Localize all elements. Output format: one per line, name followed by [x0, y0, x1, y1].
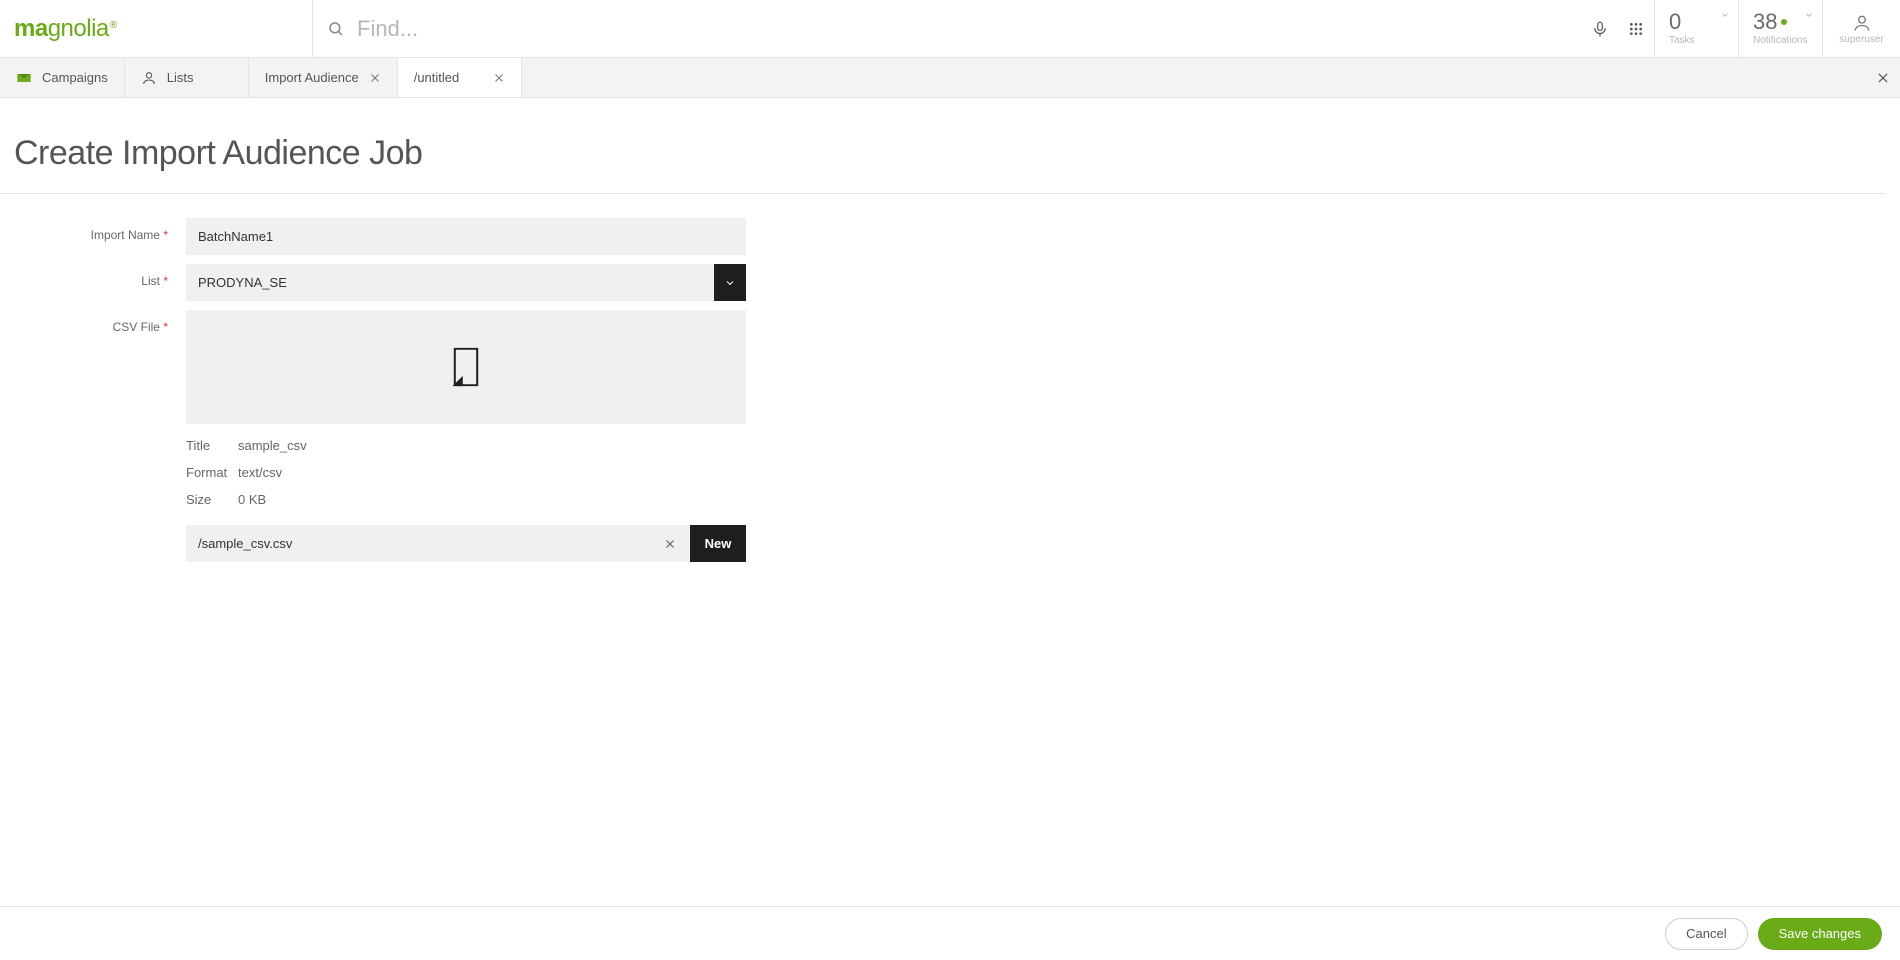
save-button[interactable]: Save changes — [1758, 918, 1882, 950]
tab-label: /untitled — [414, 70, 460, 85]
mail-icon — [16, 70, 32, 86]
required-marker: * — [163, 228, 168, 242]
list-select-input[interactable] — [186, 264, 714, 301]
row-import-name: Import Name * — [0, 218, 760, 255]
meta-value: 0 KB — [238, 492, 266, 507]
tabstrip-close-button[interactable] — [1876, 58, 1890, 97]
notifications-box[interactable]: 38 Notifications — [1738, 0, 1822, 57]
topbar: magnolia® 0 Tasks 38 Notifications — [0, 0, 1900, 58]
list-select — [186, 264, 746, 301]
tab-label: Campaigns — [42, 70, 108, 85]
notifications-new-indicator — [1781, 19, 1787, 25]
page-content: Create Import Audience Job Import Name *… — [0, 98, 1900, 906]
tasks-label: Tasks — [1669, 35, 1695, 46]
file-path-input[interactable] — [186, 525, 650, 562]
notifications-count-value: 38 — [1753, 11, 1777, 33]
topbar-right: 0 Tasks 38 Notifications superuser — [1582, 0, 1900, 57]
meta-label: Size — [186, 492, 238, 507]
tab-import-audience[interactable]: Import Audience — [249, 58, 398, 97]
search-cell — [312, 0, 1582, 57]
tab-campaigns[interactable]: Campaigns — [0, 58, 125, 97]
import-name-input[interactable] — [186, 218, 746, 255]
logo-cell: magnolia® — [0, 0, 312, 57]
apps-button[interactable] — [1618, 0, 1654, 57]
tabstrip: Campaigns Lists Import Audience /untitle… — [0, 58, 1900, 98]
close-icon — [664, 538, 676, 550]
file-path-clear-button[interactable] — [650, 525, 690, 562]
required-marker: * — [163, 274, 168, 288]
user-box[interactable]: superuser — [1822, 0, 1900, 57]
search-icon — [327, 20, 345, 38]
tab-lists[interactable]: Lists — [125, 58, 249, 97]
meta-label: Title — [186, 438, 238, 453]
file-icon — [449, 346, 483, 388]
brand-logo: magnolia® — [14, 15, 117, 43]
list-select-toggle[interactable] — [714, 264, 746, 301]
tab-label: Lists — [167, 70, 194, 85]
user-name: superuser — [1839, 34, 1883, 45]
form: Import Name * List * — [0, 194, 760, 562]
label-list: List * — [0, 264, 186, 301]
tab-label: Import Audience — [265, 70, 359, 85]
label-text: Import Name — [91, 228, 160, 242]
user-icon — [1852, 13, 1872, 33]
label-import-name: Import Name * — [0, 218, 186, 255]
person-icon — [141, 70, 157, 86]
file-meta: Title sample_csv Format text/csv Size 0 … — [186, 424, 760, 507]
file-path-new-button[interactable]: New — [690, 525, 746, 562]
meta-label: Format — [186, 465, 238, 480]
page-title: Create Import Audience Job — [0, 98, 1886, 194]
search-input[interactable] — [355, 15, 1582, 43]
notifications-count: 38 — [1753, 11, 1787, 33]
voice-button[interactable] — [1582, 0, 1618, 57]
meta-value: text/csv — [238, 465, 282, 480]
chevron-down-icon — [724, 277, 736, 289]
tasks-count: 0 — [1669, 11, 1681, 33]
meta-value: sample_csv — [238, 438, 307, 453]
meta-row-title: Title sample_csv — [186, 438, 760, 453]
row-list: List * — [0, 264, 760, 301]
chevron-down-icon — [1804, 10, 1814, 20]
meta-row-format: Format text/csv — [186, 465, 760, 480]
required-marker: * — [163, 320, 168, 334]
footer: Cancel Save changes — [0, 906, 1900, 960]
meta-row-size: Size 0 KB — [186, 492, 760, 507]
label-csv-file: CSV File * — [0, 310, 186, 562]
tasks-box[interactable]: 0 Tasks — [1654, 0, 1738, 57]
label-text: List — [141, 274, 160, 288]
close-icon[interactable] — [493, 72, 505, 84]
file-path-row: New — [186, 525, 746, 562]
cancel-button[interactable]: Cancel — [1665, 918, 1747, 950]
chevron-down-icon — [1720, 10, 1730, 20]
csv-dropzone[interactable] — [186, 310, 746, 424]
row-csv-file: CSV File * Title sample_csv Format text/… — [0, 310, 760, 562]
label-text: CSV File — [113, 320, 160, 334]
notifications-label: Notifications — [1753, 35, 1807, 46]
close-icon[interactable] — [369, 72, 381, 84]
tab-untitled[interactable]: /untitled — [398, 58, 522, 97]
